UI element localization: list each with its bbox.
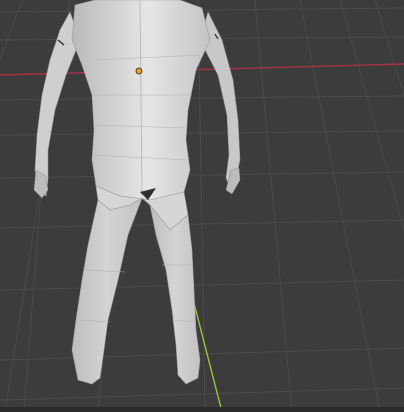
3d-viewport[interactable] <box>0 0 404 412</box>
object-origin-dot[interactable] <box>135 67 143 75</box>
viewport-bottom-strip <box>0 407 404 412</box>
viewport-canvas[interactable] <box>0 0 404 412</box>
